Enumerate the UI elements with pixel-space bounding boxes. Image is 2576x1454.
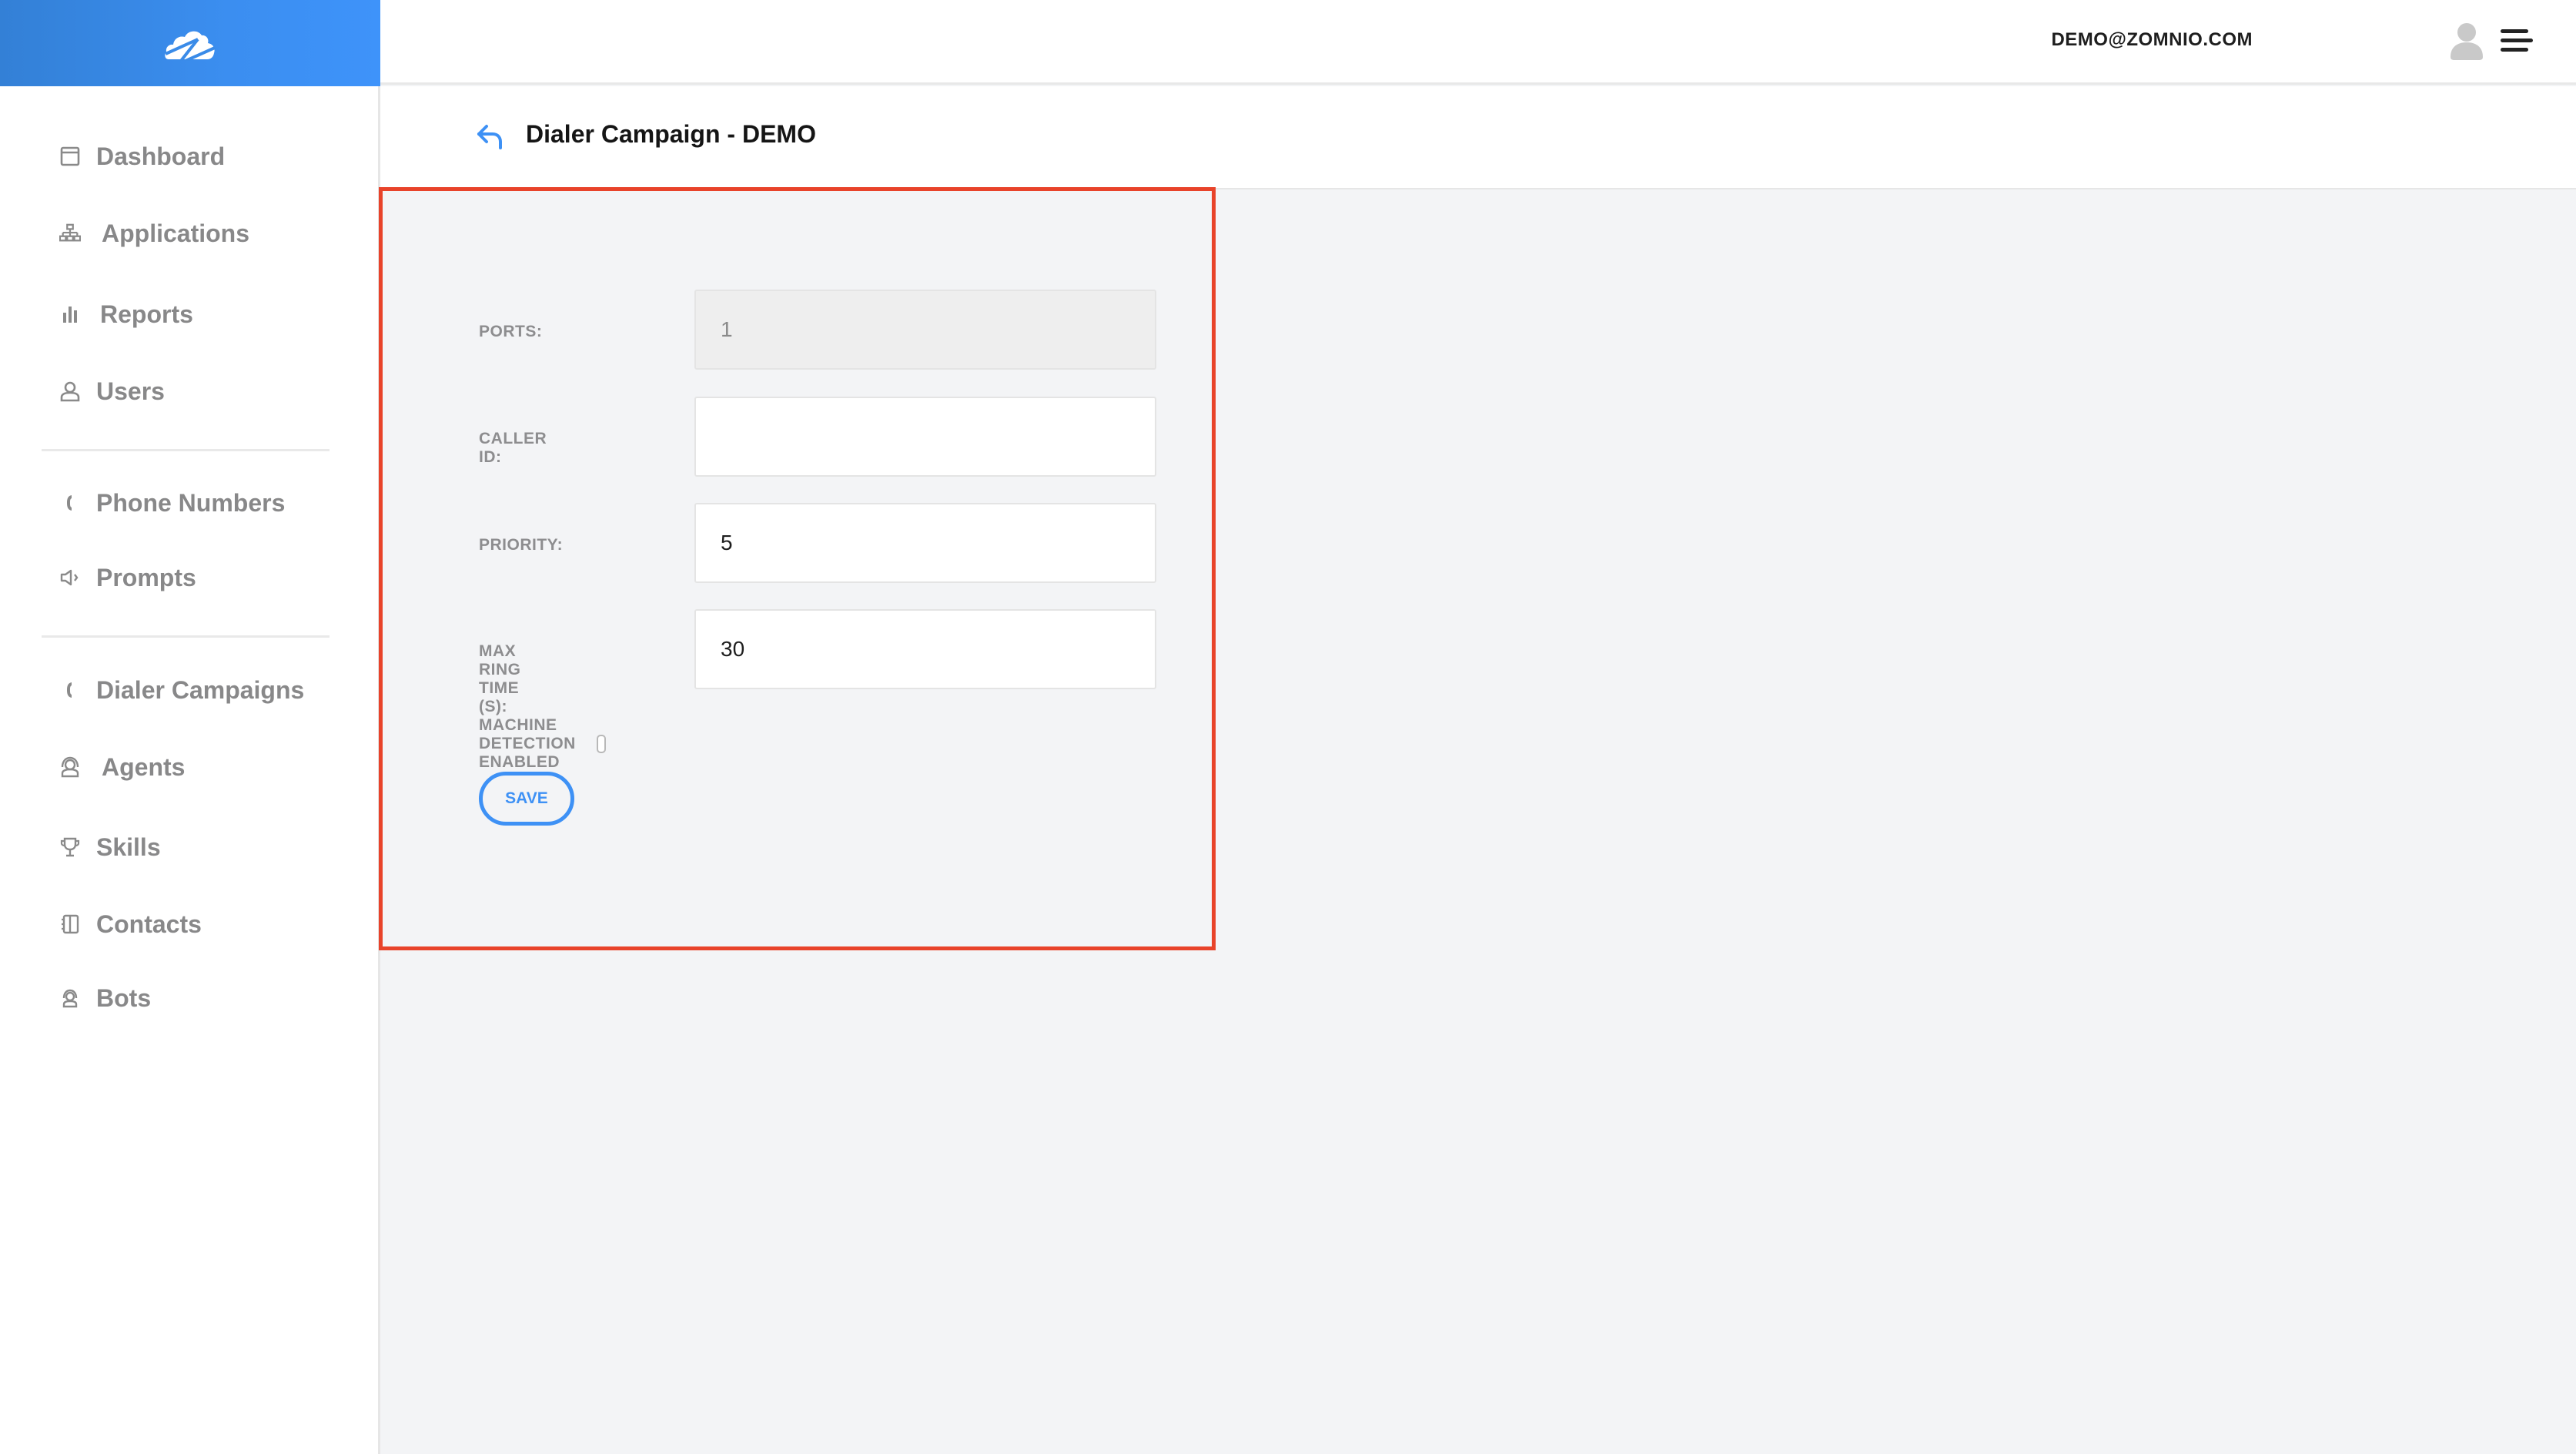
- sidebar-item-label: Contacts: [96, 910, 202, 938]
- menu-line: [2501, 48, 2528, 52]
- caller-id-label: CALLER ID:: [479, 430, 547, 466]
- sidebar-item-applications[interactable]: Applications: [0, 206, 377, 260]
- phone-icon: [59, 678, 82, 702]
- sidebar-item-contacts[interactable]: Contacts: [0, 897, 377, 951]
- back-arrow-icon[interactable]: [476, 123, 505, 151]
- sidebar-item-label: Skills: [96, 833, 161, 861]
- top-bar: DEMO@ZOMNIO.COM: [0, 0, 2576, 86]
- sidebar-item-label: Phone Numbers: [96, 488, 286, 517]
- sidebar-item-label: Users: [96, 377, 165, 405]
- priority-input[interactable]: [694, 503, 1156, 583]
- user-icon: [59, 380, 82, 403]
- sidebar-item-users[interactable]: Users: [0, 364, 377, 418]
- sidebar-item-dashboard[interactable]: Dashboard: [0, 129, 377, 183]
- sidebar-item-label: Applications: [102, 219, 250, 247]
- logo-home-link[interactable]: [0, 0, 380, 86]
- machine-detection-row: MACHINE DETECTION ENABLED: [479, 716, 606, 772]
- sidebar-item-prompts[interactable]: Prompts: [0, 551, 377, 605]
- bot-icon: [59, 987, 82, 1010]
- trophy-icon: [59, 836, 82, 859]
- ports-label: PORTS:: [479, 323, 543, 340]
- sidebar-item-label: Dialer Campaigns: [96, 675, 305, 704]
- hamburger-menu-icon[interactable]: [2501, 29, 2533, 52]
- page-title: Dialer Campaign - DEMO: [526, 120, 816, 148]
- machine-detection-label: MACHINE DETECTION ENABLED: [479, 716, 576, 771]
- sidebar-item-skills[interactable]: Skills: [0, 820, 377, 874]
- sidebar-item-label: Bots: [96, 983, 152, 1012]
- sitemap-icon: [59, 222, 82, 245]
- zomnio-cloud-logo-icon: [165, 31, 216, 61]
- sidebar-item-label: Dashboard: [96, 142, 226, 170]
- sidebar-item-agents[interactable]: Agents: [0, 740, 377, 794]
- sidebar-item-label: Prompts: [96, 563, 196, 591]
- sidebar-item-dialer-campaigns[interactable]: Dialer Campaigns: [0, 663, 377, 717]
- machine-detection-checkbox[interactable]: [596, 735, 606, 753]
- bar-chart-icon: [59, 303, 82, 326]
- caller-id-input[interactable]: [694, 397, 1156, 477]
- max-ring-time-label: MAX RING TIME (S):: [479, 642, 521, 715]
- user-email[interactable]: DEMO@ZOMNIO.COM: [2051, 29, 2253, 51]
- max-ring-time-input[interactable]: [694, 609, 1156, 689]
- sidebar-divider: [42, 449, 330, 451]
- phone-icon: [59, 491, 82, 514]
- menu-line: [2501, 29, 2528, 33]
- ports-input[interactable]: [694, 290, 1156, 370]
- save-button[interactable]: SAVE: [479, 772, 574, 826]
- user-avatar-icon[interactable]: [2449, 22, 2484, 60]
- sidebar-divider: [42, 635, 330, 638]
- priority-label: PRIORITY:: [479, 536, 564, 554]
- sidebar-item-bots[interactable]: Bots: [0, 971, 377, 1025]
- menu-line: [2501, 39, 2533, 42]
- address-book-icon: [59, 913, 82, 936]
- sidebar: Dashboard Applications Reports Users Pho…: [0, 86, 380, 1454]
- sidebar-item-label: Agents: [102, 752, 186, 781]
- speaker-icon: [59, 566, 82, 589]
- page-header: Dialer Campaign - DEMO: [380, 86, 2576, 189]
- dashboard-icon: [59, 145, 82, 168]
- sidebar-item-label: Reports: [100, 300, 193, 328]
- sidebar-item-phone-numbers[interactable]: Phone Numbers: [0, 476, 377, 530]
- headset-icon: [59, 755, 82, 779]
- sidebar-item-reports[interactable]: Reports: [0, 287, 377, 341]
